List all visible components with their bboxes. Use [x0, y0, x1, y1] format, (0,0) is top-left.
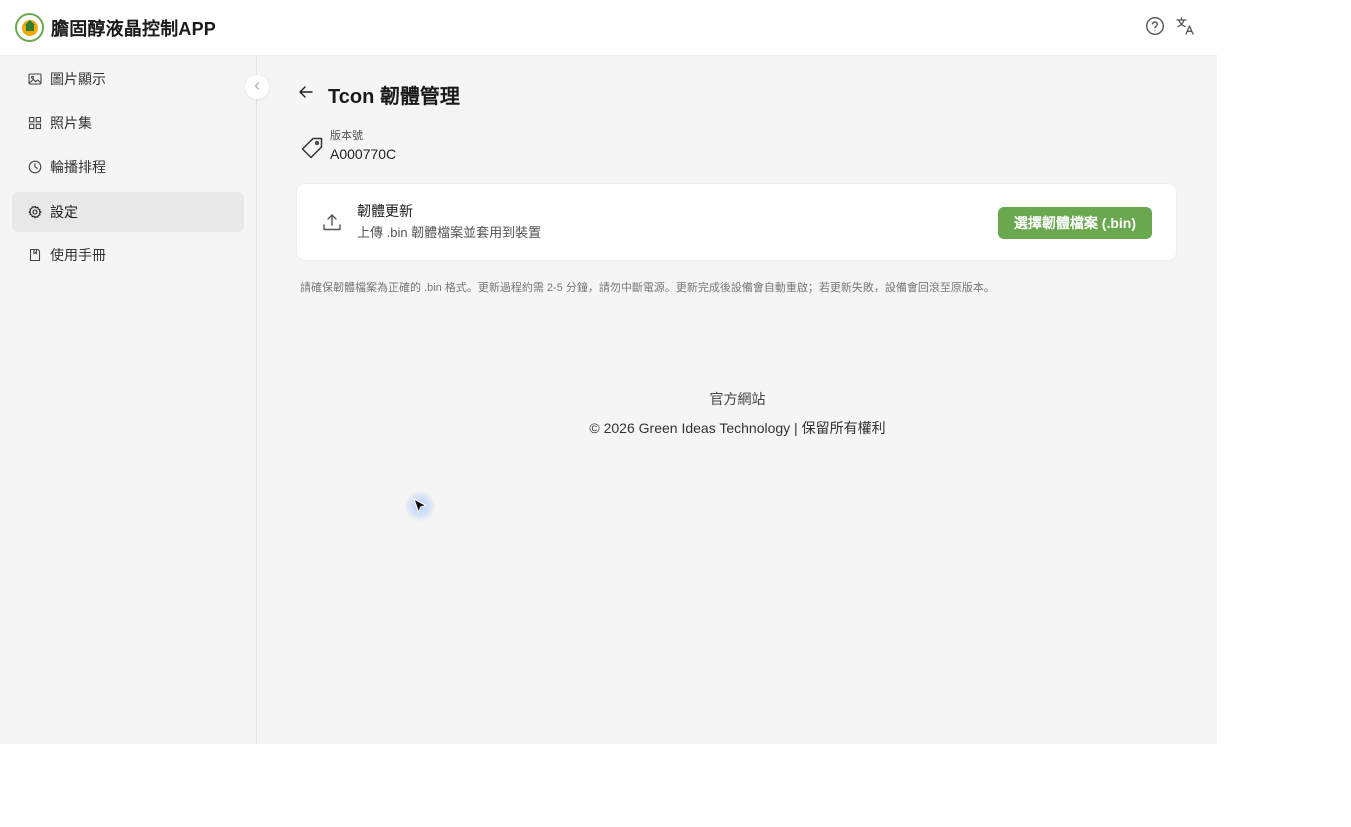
sidebar-item-label: 照片集	[50, 115, 92, 131]
translate-icon[interactable]	[1175, 16, 1195, 36]
sidebar-item-label: 輪播排程	[50, 159, 106, 175]
version-value: A000770C	[330, 146, 397, 162]
page-title: Tcon 韌體管理	[328, 86, 460, 108]
firmware-update-note: 請確保韌體檔案為正確的 .bin 格式。更新過程約需 2-5 分鐘，請勿中斷電源…	[300, 282, 995, 294]
version-label: 版本號	[330, 130, 363, 142]
app-logo-icon	[15, 13, 44, 42]
sidebar-item-slideshow-schedule[interactable]: 輪播排程	[12, 147, 244, 187]
sidebar-item-label: 設定	[50, 204, 78, 220]
arrow-left-icon	[298, 84, 314, 105]
footer-official-website-link[interactable]: 官方網站	[258, 389, 1217, 409]
top-bar: 膽固醇液晶控制APP	[0, 0, 1217, 56]
sidebar-item-label: 使用手冊	[50, 247, 106, 263]
sidebar-item-user-manual[interactable]: 使用手冊	[12, 235, 244, 275]
app-title: 膽固醇液晶控制APP	[51, 18, 217, 39]
tag-icon	[300, 136, 324, 160]
book-icon	[28, 248, 42, 262]
sidebar: 圖片顯示 照片集 輪播排程 設定 使用手冊	[0, 56, 257, 744]
app-window: 膽固醇液晶控制APP 圖片顯示 照片集 輪播排程 設定 使用手冊 Tcon 韌體…	[0, 0, 1217, 744]
clock-icon	[28, 160, 42, 174]
page-header: Tcon 韌體管理	[296, 80, 460, 109]
mouse-cursor-icon	[404, 490, 436, 522]
back-button[interactable]	[296, 85, 316, 105]
footer-copyright: © 2026 Green Ideas Technology | 保留所有權利	[589, 420, 886, 436]
brand[interactable]: 膽固醇液晶控制APP	[15, 13, 216, 42]
update-card-title: 韌體更新	[357, 203, 413, 219]
chevron-left-icon	[252, 78, 262, 96]
sidebar-item-settings[interactable]: 設定	[12, 192, 244, 232]
firmware-update-card: 韌體更新 上傳 .bin 韌體檔案並套用到裝置 選擇韌體檔案 (.bin)	[296, 183, 1177, 261]
sidebar-item-image-display[interactable]: 圖片顯示	[12, 59, 244, 99]
grid-icon	[28, 116, 42, 130]
gear-icon	[28, 205, 42, 219]
sidebar-item-photo-album[interactable]: 照片集	[12, 103, 244, 143]
image-icon	[28, 72, 42, 86]
sidebar-item-label: 圖片顯示	[50, 71, 106, 87]
help-circle-icon[interactable]	[1145, 16, 1165, 36]
main-content: Tcon 韌體管理 版本號 A000770C 韌體更新 上傳 .bin 韌體檔案…	[258, 56, 1217, 744]
firmware-version: 版本號 A000770C	[300, 128, 396, 164]
sidebar-collapse-button[interactable]	[245, 75, 269, 99]
update-card-subtitle: 上傳 .bin 韌體檔案並套用到裝置	[357, 225, 542, 240]
upload-icon	[321, 211, 343, 233]
select-firmware-button[interactable]: 選擇韌體檔案 (.bin)	[997, 207, 1152, 239]
